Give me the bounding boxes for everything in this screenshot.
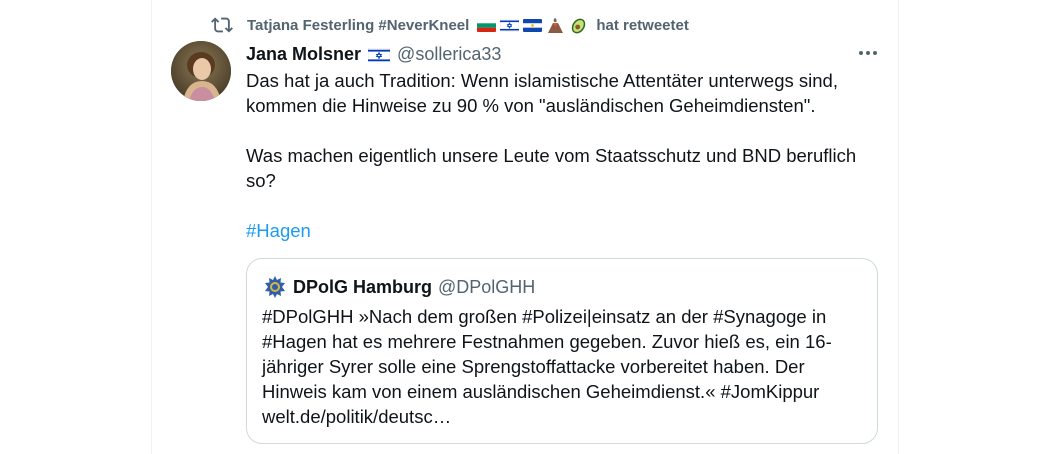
avocado-icon	[569, 16, 588, 35]
quoted-tweet-body: #DPolGHH »Nach dem großen #Polizei|einsa…	[262, 304, 862, 429]
tweet-header: Jana Molsner @sollerica33	[246, 42, 501, 66]
israel-flag-icon	[368, 47, 391, 62]
quoted-tweet[interactable]: DPolG Hamburg @DPolGHH #DPolGHH »Nach de…	[246, 258, 878, 444]
retweeter-emojis	[477, 16, 588, 35]
retweet-context[interactable]: Tatjana Festerling #NeverKneel hat retwe…	[211, 14, 689, 36]
hashtag-link[interactable]: #Hagen	[246, 220, 311, 241]
tweet-body: Das hat ja auch Tradition: Wenn islamist…	[246, 68, 886, 243]
author-handle[interactable]: @sollerica33	[397, 44, 501, 65]
tweet-paragraph-2: Was machen eigentlich unsere Leute vom S…	[246, 145, 857, 191]
quoted-tweet-header: DPolG Hamburg @DPolGHH	[263, 274, 535, 300]
quoted-author-handle[interactable]: @DPolGHH	[438, 277, 535, 298]
tweet-paragraph-1: Das hat ja auch Tradition: Wenn islamist…	[246, 70, 838, 116]
el-salvador-flag-icon	[523, 18, 543, 32]
quoted-author-name[interactable]: DPolG Hamburg	[293, 277, 432, 298]
quoted-tweet-text: #DPolGHH »Nach dem großen #Polizei|einsa…	[262, 306, 832, 427]
police-badge-icon	[263, 275, 287, 299]
retweet-suffix: hat retweetet	[596, 16, 689, 34]
author-name[interactable]: Jana Molsner	[246, 44, 361, 65]
bulgaria-flag-icon	[477, 18, 497, 32]
retweet-icon	[211, 14, 233, 36]
more-options-icon[interactable]	[856, 43, 880, 63]
retweeter-name[interactable]: Tatjana Festerling #NeverKneel	[247, 17, 469, 34]
volcano-icon	[546, 16, 565, 35]
israel-flag-icon	[500, 18, 520, 32]
avatar[interactable]	[171, 41, 231, 101]
